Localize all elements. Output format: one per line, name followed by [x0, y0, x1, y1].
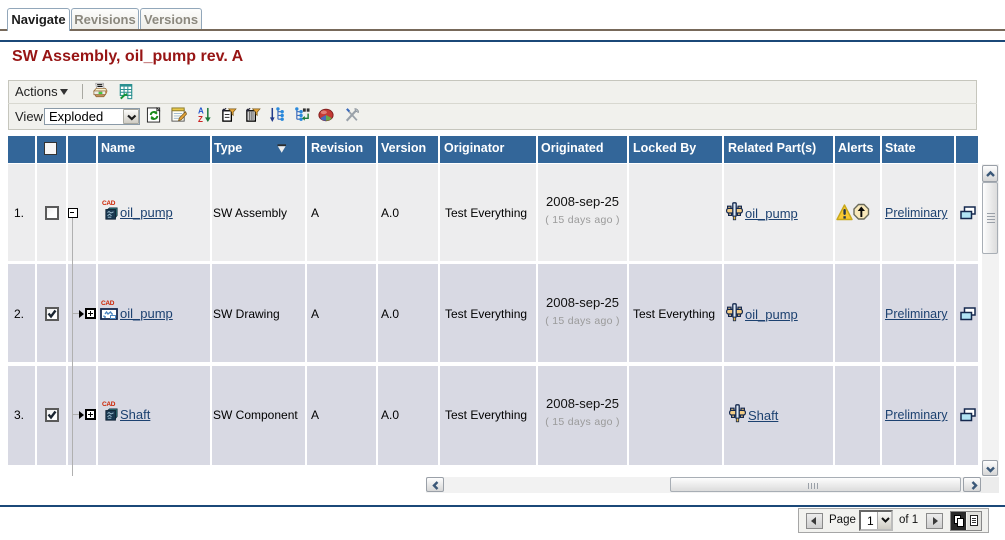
svg-text:Z: Z: [198, 115, 203, 123]
